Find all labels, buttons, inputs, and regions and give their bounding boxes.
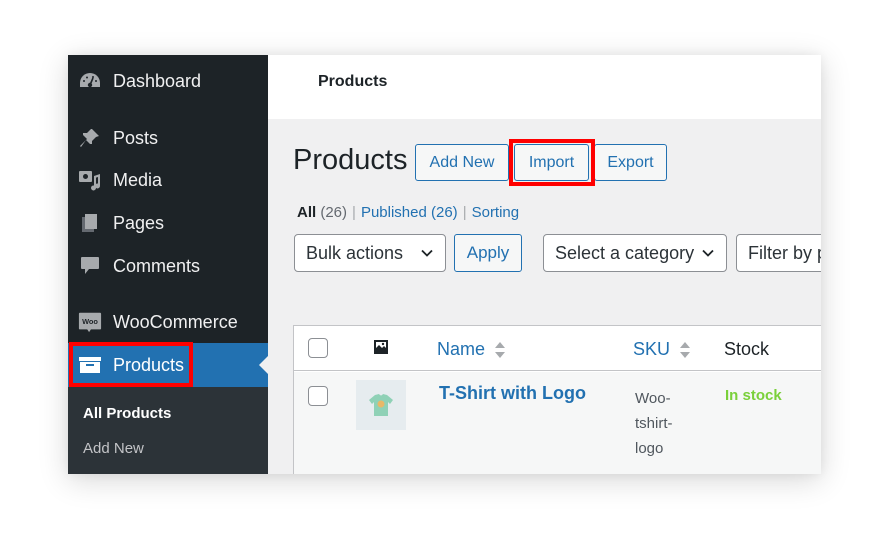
- import-button[interactable]: Import: [514, 144, 589, 181]
- view-published-link[interactable]: Published (26): [361, 204, 458, 221]
- sidebar-item-label: WooCommerce: [113, 311, 238, 332]
- sidebar-item-label: Pages: [113, 212, 165, 233]
- sidebar-item-label: Dashboard: [113, 70, 202, 91]
- woo-icon: Woo: [78, 310, 102, 334]
- product-type-value: Filter by product type: [748, 242, 821, 263]
- current-menu-arrow: [259, 356, 268, 374]
- sidebar-item-label: Media: [113, 169, 163, 190]
- view-all-link[interactable]: All: [297, 204, 316, 221]
- bulk-actions-value: Bulk actions: [306, 242, 404, 263]
- table-row: T-Shirt with Logo Woo- tshirt- logo In s…: [294, 372, 821, 474]
- column-stock-header: Stock: [724, 339, 770, 359]
- view-all-count: (26): [320, 204, 348, 221]
- view-published-label: Published: [360, 204, 427, 221]
- sidebar-item-products[interactable]: Products: [68, 343, 268, 387]
- sidebar-item-posts[interactable]: Posts: [68, 118, 268, 158]
- product-type-select[interactable]: Filter by product type: [736, 234, 821, 272]
- sku-line: logo: [635, 440, 664, 457]
- products-table: Name SKU Stock T-Shirt with Logo Woo- ts…: [293, 325, 821, 474]
- sidebar-item-woocommerce[interactable]: Woo WooCommerce: [68, 302, 268, 342]
- category-select[interactable]: Select a category: [543, 234, 727, 272]
- image-icon: [373, 339, 389, 360]
- comment-icon: [78, 254, 102, 278]
- product-name-link[interactable]: T-Shirt with Logo: [439, 383, 586, 404]
- admin-sidebar: Dashboard Posts Media Pages Comments Woo…: [68, 55, 268, 474]
- column-sku-header[interactable]: SKU: [633, 339, 691, 360]
- top-header-bar: Products: [268, 55, 821, 119]
- wp-admin-window: Dashboard Posts Media Pages Comments Woo…: [68, 55, 821, 474]
- sku-line: tshirt-: [635, 415, 673, 432]
- column-name-header[interactable]: Name: [437, 339, 506, 360]
- archive-box-icon: [78, 353, 102, 377]
- add-new-button[interactable]: Add New: [415, 144, 509, 181]
- sidebar-item-label: Comments: [113, 255, 201, 276]
- t-shirt-thumbnail[interactable]: [356, 380, 406, 430]
- sidebar-item-pages[interactable]: Pages: [68, 203, 268, 243]
- sidebar-item-label: Posts: [113, 127, 159, 148]
- export-button[interactable]: Export: [594, 144, 667, 181]
- submenu-add-new[interactable]: Add New: [83, 440, 144, 457]
- sidebar-item-comments[interactable]: Comments: [68, 246, 268, 286]
- table-header: Name SKU Stock: [294, 326, 821, 371]
- select-all-checkbox[interactable]: [308, 338, 328, 358]
- view-sorting-link[interactable]: Sorting: [472, 204, 520, 221]
- separator: |: [462, 204, 467, 221]
- sidebar-item-label: Products: [113, 354, 185, 375]
- bulk-actions-select[interactable]: Bulk actions: [294, 234, 446, 272]
- pages-icon: [78, 211, 102, 235]
- row-checkbox[interactable]: [308, 386, 328, 406]
- sidebar-item-media[interactable]: Media: [68, 160, 268, 200]
- category-value: Select a category: [555, 242, 695, 263]
- dashboard-icon: [78, 69, 102, 93]
- column-sku-label: SKU: [633, 339, 671, 359]
- column-name-label: Name: [437, 339, 486, 359]
- status-filter-links: All (26) | Published (26) | Sorting: [297, 204, 519, 221]
- sku-line: Woo-: [635, 390, 671, 407]
- product-sku: Woo- tshirt- logo: [635, 386, 695, 461]
- media-icon: [78, 168, 102, 192]
- woo-icon-text: Woo: [82, 317, 98, 326]
- sidebar-item-dashboard[interactable]: Dashboard: [68, 61, 268, 101]
- sort-icon: [495, 342, 506, 359]
- chevron-down-icon: [702, 249, 714, 257]
- view-published-count: (26): [431, 204, 458, 221]
- submenu-all-products[interactable]: All Products: [83, 405, 171, 422]
- products-submenu: All Products Add New: [68, 387, 268, 474]
- sort-icon: [680, 342, 691, 359]
- stock-status: In stock: [725, 387, 782, 404]
- pin-icon: [78, 126, 102, 150]
- separator: |: [352, 204, 356, 221]
- header-title: Products: [318, 73, 388, 90]
- page-title: Products: [293, 144, 408, 176]
- chevron-down-icon: [421, 249, 433, 257]
- apply-button[interactable]: Apply: [454, 234, 522, 272]
